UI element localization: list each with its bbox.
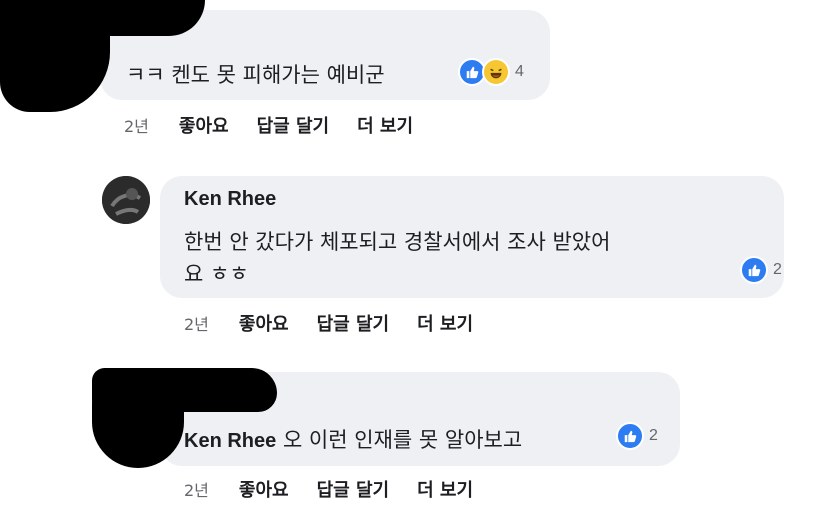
- comment-text: 한번 안 갔다가 체포되고 경찰서에서 조사 받았어: [184, 230, 611, 254]
- reply-button[interactable]: 답글 달기: [317, 310, 390, 336]
- comment-text-line2: 요 ㅎㅎ: [184, 262, 249, 286]
- timestamp[interactable]: 2년: [184, 311, 209, 335]
- comment-actions: 2년 좋아요 답글 달기 더 보기: [124, 112, 441, 138]
- redacted-avatar: [92, 376, 184, 468]
- comment-actions: 2년 좋아요 답글 달기 더 보기: [184, 476, 501, 502]
- reaction-summary[interactable]: 2: [740, 256, 782, 284]
- like-button[interactable]: 좋아요: [239, 310, 289, 336]
- redacted-avatar: [0, 0, 110, 112]
- like-icon: [616, 422, 644, 450]
- comment-author[interactable]: Ken Rhee: [184, 430, 276, 452]
- reaction-count: 2: [649, 427, 658, 444]
- reaction-count: 4: [515, 63, 524, 80]
- haha-icon: [482, 58, 510, 86]
- reaction-summary[interactable]: 2: [616, 422, 658, 450]
- comment-content: Ken Rhee 오 이런 인재를 못 알아보고: [184, 424, 522, 454]
- timestamp[interactable]: 2년: [184, 477, 209, 501]
- like-button[interactable]: 좋아요: [239, 476, 289, 502]
- reply-button[interactable]: 답글 달기: [317, 476, 390, 502]
- comment-text: 오 이런 인재를 못 알아보고: [282, 428, 523, 452]
- avatar[interactable]: [102, 176, 150, 224]
- timestamp[interactable]: 2년: [124, 113, 149, 137]
- more-button[interactable]: 더 보기: [417, 310, 473, 336]
- comment-text: ㅋㅋ 켄도 못 피해가는 예비군: [126, 63, 385, 87]
- like-button[interactable]: 좋아요: [179, 112, 229, 138]
- more-button[interactable]: 더 보기: [417, 476, 473, 502]
- more-button[interactable]: 더 보기: [357, 112, 413, 138]
- comment-actions: 2년 좋아요 답글 달기 더 보기: [184, 310, 501, 336]
- like-icon: [740, 256, 768, 284]
- comment-author[interactable]: Ken Rhee: [184, 188, 276, 211]
- reaction-summary[interactable]: 4: [458, 58, 524, 86]
- reaction-count: 2: [773, 261, 782, 278]
- reply-button[interactable]: 답글 달기: [257, 112, 330, 138]
